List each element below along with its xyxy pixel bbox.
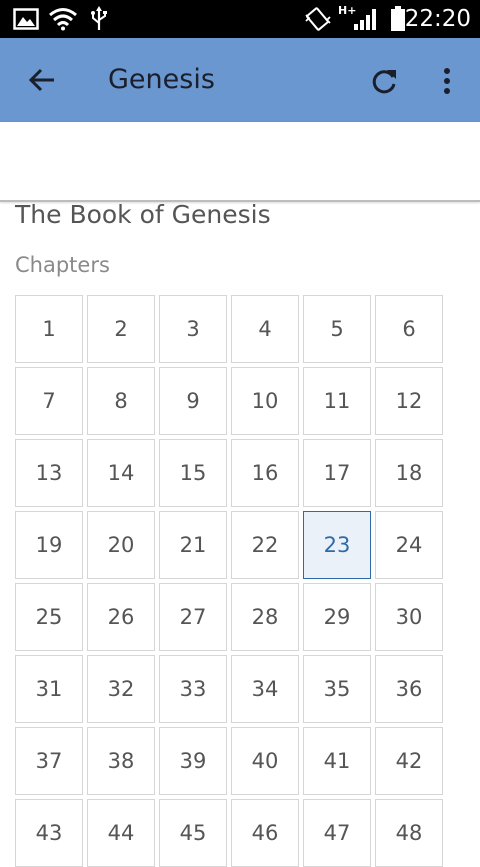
status-time: 22:20 [404,6,471,32]
chapter-cell[interactable]: 43 [15,799,83,867]
chapter-cell[interactable]: 48 [375,799,443,867]
chapter-cell[interactable]: 45 [159,799,227,867]
chapter-cell[interactable]: 47 [303,799,371,867]
chapter-cell[interactable]: 35 [303,655,371,723]
chapter-cell[interactable]: 13 [15,439,83,507]
chapter-cell[interactable]: 44 [87,799,155,867]
back-arrow-icon[interactable] [22,60,62,100]
usb-icon [88,6,110,32]
chapter-cell[interactable]: 8 [87,367,155,435]
chapter-cell[interactable]: 39 [159,727,227,795]
app-toolbar: Genesis [0,38,480,122]
more-options-icon[interactable] [430,60,464,102]
chapter-cell[interactable]: 29 [303,583,371,651]
chapter-cell[interactable]: 46 [231,799,299,867]
chapter-cell[interactable]: 15 [159,439,227,507]
header-blank-area [0,122,480,202]
chapter-cell[interactable]: 24 [375,511,443,579]
chapter-cell[interactable]: 19 [15,511,83,579]
chapter-cell[interactable]: 14 [87,439,155,507]
chapter-cell[interactable]: 25 [15,583,83,651]
chapter-cell[interactable]: 17 [303,439,371,507]
image-icon [12,6,40,32]
chapter-cell[interactable]: 42 [375,727,443,795]
chapter-cell[interactable]: 11 [303,367,371,435]
chapter-cell[interactable]: 38 [87,727,155,795]
chapter-cell[interactable]: 1 [15,295,83,363]
refresh-icon[interactable] [363,60,405,102]
chapter-cell[interactable]: 12 [375,367,443,435]
chapter-cell[interactable]: 16 [231,439,299,507]
chapter-cell[interactable]: 4 [231,295,299,363]
chapter-cell[interactable]: 31 [15,655,83,723]
page-title: Genesis [108,64,215,95]
chapter-cell[interactable]: 18 [375,439,443,507]
chapter-cell[interactable]: 28 [231,583,299,651]
chapter-cell[interactable]: 37 [15,727,83,795]
chapter-cell[interactable]: 41 [303,727,371,795]
chapter-cell[interactable]: 30 [375,583,443,651]
chapter-cell[interactable]: 26 [87,583,155,651]
book-title: The Book of Genesis [15,200,271,229]
chapter-cell[interactable]: 36 [375,655,443,723]
wifi-icon [48,6,78,32]
chapter-cell[interactable]: 9 [159,367,227,435]
network-type-label: H+ [338,4,357,17]
chapter-cell[interactable]: 32 [87,655,155,723]
chapter-cell[interactable]: 22 [231,511,299,579]
vibrate-icon [304,6,332,32]
signal-icon: H+ [338,4,384,32]
chapter-cell[interactable]: 6 [375,295,443,363]
chapter-cell[interactable]: 27 [159,583,227,651]
chapter-cell[interactable]: 5 [303,295,371,363]
chapter-cell[interactable]: 2 [87,295,155,363]
chapter-cell[interactable]: 10 [231,367,299,435]
chapter-cell[interactable]: 34 [231,655,299,723]
chapter-cell[interactable]: 40 [231,727,299,795]
chapters-label: Chapters [15,253,110,277]
chapter-cell[interactable]: 23 [303,511,371,579]
chapter-cell[interactable]: 3 [159,295,227,363]
chapter-cell[interactable]: 7 [15,367,83,435]
chapter-cell[interactable]: 20 [87,511,155,579]
chapter-cell[interactable]: 21 [159,511,227,579]
status-bar: H+ 22:20 [0,0,480,38]
chapter-cell[interactable]: 33 [159,655,227,723]
